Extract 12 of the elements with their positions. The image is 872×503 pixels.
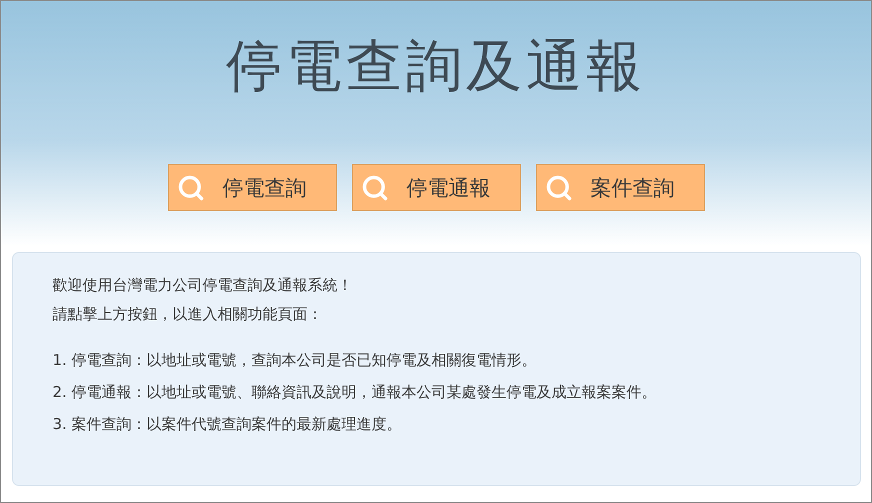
search-icon (360, 174, 388, 202)
intro-text: 請點擊上方按鈕，以進入相關功能頁面： (52, 304, 324, 325)
feature-description: 1. 停電查詢：以地址或電號，查詢本公司是否已知停電及相關復電情形。 (52, 350, 538, 371)
search-button[interactable]: 案件查詢 (536, 164, 704, 211)
intro-text: 歡迎使用台灣電力公司停電查詢及通報系統！ (52, 275, 354, 296)
page-title: 停電查詢及通報 (226, 33, 646, 101)
feature-description: 3. 案件查詢：以案件代號查詢案件的最新處理進度。 (52, 414, 403, 435)
search-button[interactable]: 停電查詢 (168, 164, 336, 211)
search-icon (544, 174, 572, 202)
search-button[interactable]: 停電通報 (352, 164, 520, 211)
feature-description: 2. 停電通報：以地址或電號、聯絡資訊及說明，通報本公司某處發生停電及成立報案案件。 (52, 382, 658, 403)
search-icon (176, 174, 204, 202)
